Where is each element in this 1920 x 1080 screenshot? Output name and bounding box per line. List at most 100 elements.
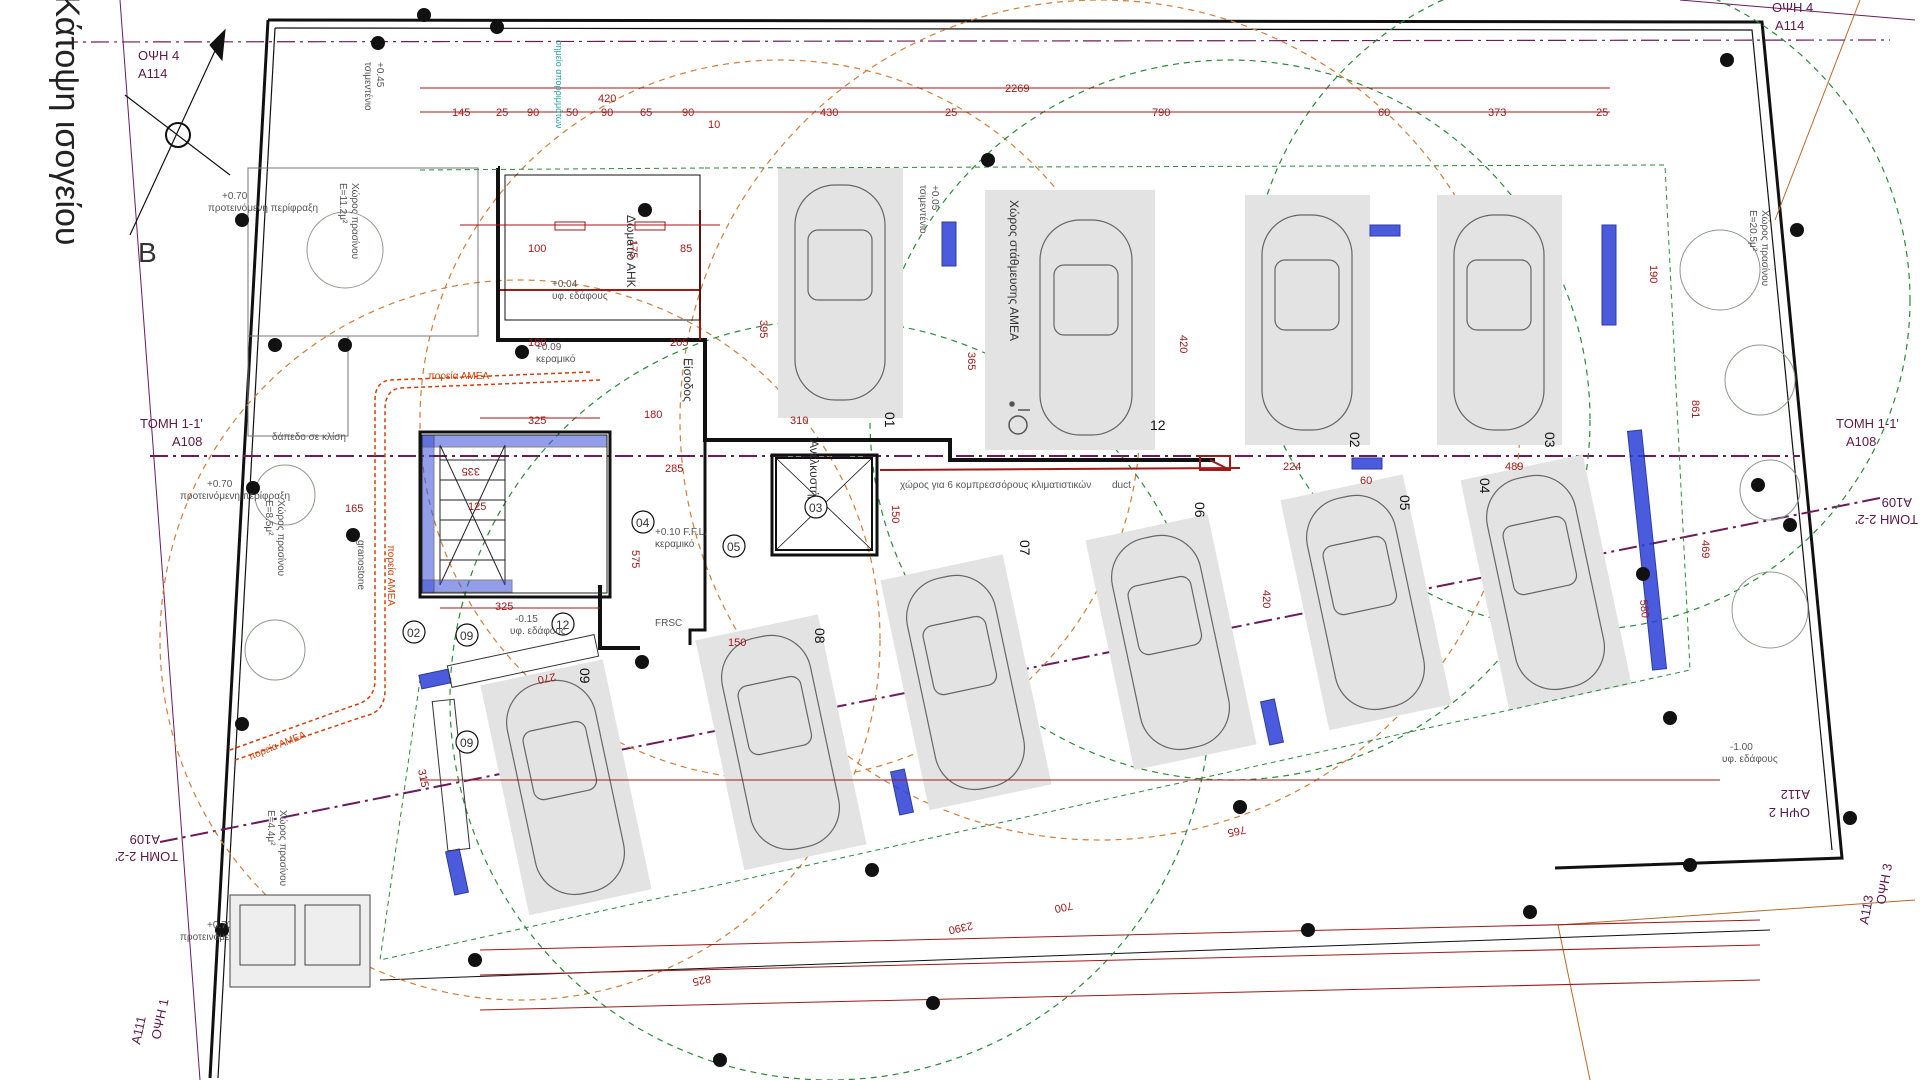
sloped-floor-label: δάπεδο σε κλίση [272,431,346,443]
granite-label: granostone [355,540,366,590]
elevation-top-left: ΟΨΗ 4 [138,48,179,63]
level-l8-desc: υφ. εδάφους [1722,753,1778,765]
dim-489: 489 [1505,461,1523,473]
dim-175: 175 [627,240,639,258]
level-l8: -1.00 [1730,742,1753,753]
elevation-bottom-left-ref: A111 [128,1015,149,1046]
bay-03 [1437,195,1562,445]
dim-100: 100 [528,243,546,255]
dim-190: 190 [1647,265,1659,283]
dim-700: 700 [1053,899,1073,915]
dim-315: 315 [415,768,431,788]
room-amea-parking: Χώρος στάθμευσης ΑΜΕΑ [1007,200,1021,341]
section-1-right: ΤΟΜΗ 1-1' [1836,416,1899,431]
section-2-right-ref: A109 [1882,495,1912,510]
dim-205: 205 [670,337,688,349]
amea-ramp-label-2: πορεία ΑΜΕΑ [385,545,397,606]
frsc-label: FRSC [655,618,682,629]
green-space-4: Χώρος πρασίνου [1759,210,1771,286]
level-l1-desc: προτεινόμενη περίφραξη [208,202,318,214]
parking-bays [480,168,1632,916]
dim-25a: 25 [496,107,508,119]
bay-09 [480,659,652,916]
elevation-top-right: ΟΨΗ 4 [1772,0,1813,15]
green-space-2: Χώρος πρασίνου [275,500,287,576]
level-l6: +0.10 F.F.L. [655,527,707,538]
level-l5-desc: κεραμικό [536,353,576,365]
dim-60b: 60 [1360,475,1372,487]
dim-25b: 25 [945,107,957,119]
section-1-left-ref: A108 [172,434,202,449]
bay-01 [778,168,903,418]
dim-765: 765 [1226,823,1246,839]
dim-420c: 420 [1260,590,1272,608]
elevation-right-mid: ΟΨΗ 2 [1769,805,1810,820]
room-entrance: Είσοδος [681,358,695,402]
room-duct: duct [1112,480,1131,491]
floor-plan: Κάτοψη ισογείου B ΟΨΗ 4 A114 ΟΨΗ 4 A114 … [48,0,1918,1080]
dim-180b: 180 [644,409,662,421]
dim-325b: 325 [495,601,513,613]
dim-90a: 90 [527,107,539,119]
marker-04: 04 [636,516,650,530]
green-space-4-area: Ε=20.5μ² [1747,210,1758,252]
section-1-right-ref: A108 [1846,434,1876,449]
level-l4: +0.04 [552,279,578,290]
dim-125: 125 [468,501,486,513]
dim-373: 373 [1488,107,1506,119]
north-letter: B [138,237,157,268]
staircase [421,434,608,594]
elevation-right-bottom-ref: A113 [1856,894,1876,926]
dim-180a: 180 [528,337,546,349]
marker-05: 05 [727,540,741,554]
bins-label: σημείο απορριμμάτων [554,40,564,129]
dim-325a: 325 [528,415,546,427]
dim-150: 150 [728,637,746,649]
dim-60: 60 [1378,107,1390,119]
level-l2: +0.70 [207,479,233,490]
dim-420: 420 [598,93,616,105]
marker-09: 09 [460,629,474,643]
dim-2390: 2390 [947,919,973,936]
dim-335: 335 [462,465,480,477]
plan-title: Κάτοψη ισογείου [48,0,86,246]
parking-number-04: 04 [1477,478,1493,494]
parking-number-09: 09 [577,668,593,684]
section-1-left: ΤΟΜΗ 1-1' [140,416,203,431]
level-l10: +0.45 [374,62,385,88]
dim-575: 575 [629,550,641,568]
dim-224: 224 [1283,461,1301,473]
parking-number-12: 12 [1150,417,1166,433]
dim-90b: 90 [601,107,613,119]
parking-number-07: 07 [1017,540,1033,556]
dim-430: 430 [820,107,838,119]
elevation-top-left-ref: A114 [138,66,167,81]
amea-ramp-label-3: πορεία ΑΜΕΑ [247,729,308,763]
dim-165: 165 [345,503,363,515]
parking-number-02: 02 [1347,432,1363,448]
marker-02: 02 [407,626,421,640]
dim-420b: 420 [1177,335,1189,353]
dim-85: 85 [680,243,692,255]
level-l2-desc: προτεινόμενη περίφραξη [180,490,290,502]
dim-861: 861 [1689,400,1701,418]
green-space-1-area: Ε=11.2μ² [337,183,348,224]
bay-08 [695,614,867,871]
level-l9: +0.05 [929,185,940,211]
green-space-2-area: Ε=8.5μ² [263,500,274,536]
parking-number-01: 01 [882,412,898,428]
room-compressors: χώρος για 6 κομπρεσσόρους κλιματιστικών [900,479,1091,491]
level-l10-desc: τσιμεντένιο [362,62,374,111]
bay-06 [1085,514,1257,771]
marker-09b: 09 [460,736,474,750]
parking-number-08: 08 [812,628,828,644]
parking-number-06: 06 [1192,502,1208,518]
dim-top-total: 2269 [1005,83,1029,95]
section-2-left: ΤΟΜΗ 2-2' [115,849,178,864]
dim-365: 365 [965,352,977,370]
marker-03: 03 [809,501,823,515]
elevation-right-bottom: ΟΨΗ 3 [1873,862,1895,905]
dim-270: 270 [536,670,556,686]
green-space-3-area: Ε=4.4μ² [265,810,276,846]
dim-50: 50 [566,107,578,119]
